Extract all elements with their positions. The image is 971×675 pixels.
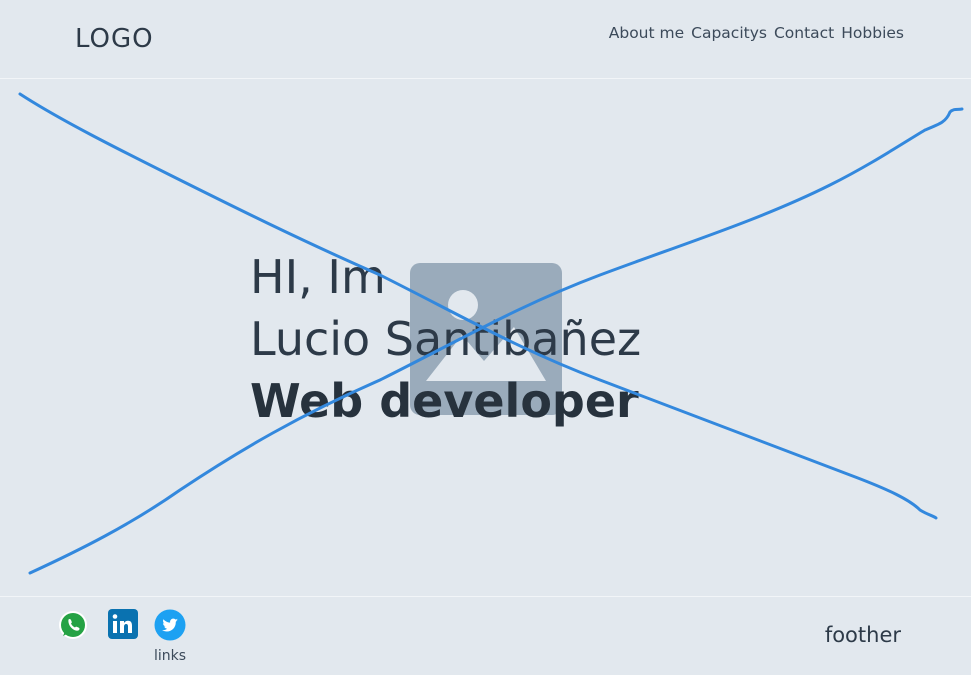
nav-menu: About me Capacitys Contact Hobbies [609,24,904,42]
hero-section: HI, Im Lucio Santibañez Web developer [0,80,971,596]
nav-item-capacitys[interactable]: Capacitys [691,24,767,42]
linkedin-icon[interactable] [107,609,139,641]
nav-item-hobbies[interactable]: Hobbies [841,24,904,42]
whatsapp-icon[interactable] [57,609,89,641]
hero-heading: HI, Im Lucio Santibañez Web developer [250,246,641,432]
page: LOGO About me Capacitys Contact Hobbies … [0,0,971,675]
twitter-icon[interactable] [154,609,186,641]
logo[interactable]: LOGO [75,24,154,54]
links-label: links [154,648,187,664]
hero-name: Lucio Santibañez [250,312,642,366]
footer: links foother [0,596,971,675]
hero-role: Web developer [250,374,639,428]
footer-text: foother [824,623,901,647]
nav-item-contact[interactable]: Contact [774,24,834,42]
hero-greeting: HI, Im [250,250,386,304]
nav-item-about-me[interactable]: About me [609,24,684,42]
header: LOGO About me Capacitys Contact Hobbies [0,0,971,79]
